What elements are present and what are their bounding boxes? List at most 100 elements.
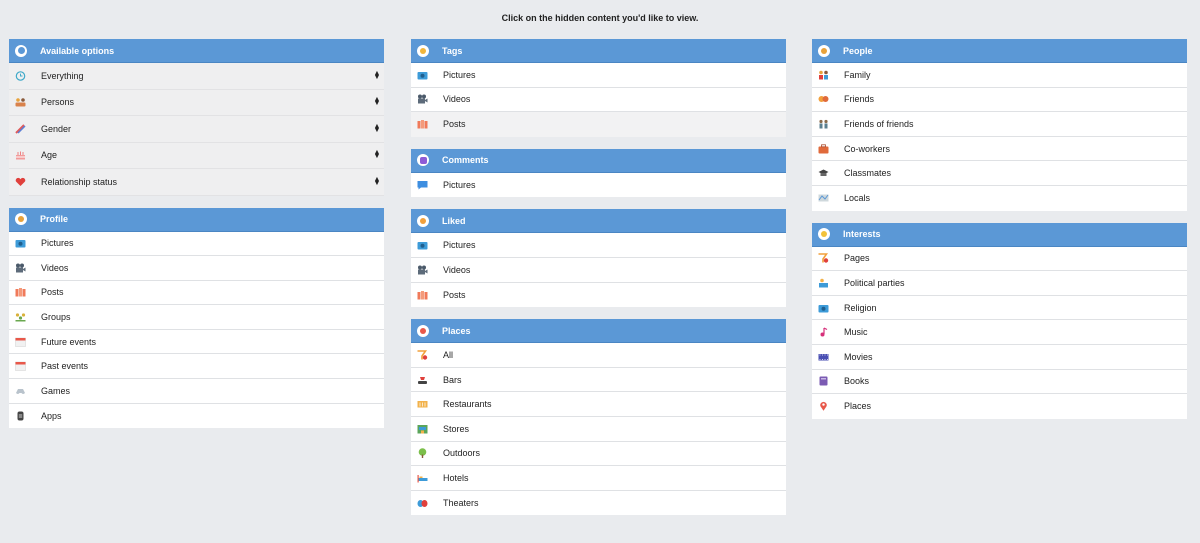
liked-title: Liked [442,215,466,226]
religion-icon [818,303,829,313]
video-camera-icon [15,263,26,273]
item-label: Music [844,327,868,338]
item-label: Posts [443,119,466,130]
places-item-bars[interactable]: Bars [411,367,786,393]
item-label: All [443,349,454,360]
tags-title: Tags [442,45,463,56]
film-icon [818,352,829,362]
item-label: Bars [443,374,462,385]
item-label: Posts [41,287,64,298]
option-age-select[interactable]: Age ▲ ▼ [9,142,384,169]
item-label: Pictures [443,180,476,191]
profile-item-apps[interactable]: Apps [9,403,384,429]
option-label: Age [41,150,58,161]
people-item-locals[interactable]: Locals [812,185,1187,211]
people-item-friends-of-friends[interactable]: Friends of friends [812,112,1187,137]
item-label: Pictures [443,69,476,80]
camera-icon [417,70,428,80]
profile-header: Profile [9,207,384,232]
tags-header: Tags [411,39,786,63]
calendar-icon [15,337,26,347]
item-label: Posts [443,289,466,300]
profile-item-videos[interactable]: Videos [9,256,384,281]
tags-item-pictures[interactable]: Pictures [411,63,786,88]
interests-item-movies[interactable]: Movies [812,344,1187,370]
store-icon [417,424,428,434]
comments-item-pictures[interactable]: Pictures [411,172,786,198]
item-label: Past events [41,361,89,372]
interests-item-pages[interactable]: Pages [812,246,1187,272]
page-instruction: Click on the hidden content you'd like t… [501,13,699,23]
clock-icon [15,70,26,81]
profile-item-groups[interactable]: Groups [9,305,384,330]
people-item-classmates[interactable]: Classmates [812,161,1187,186]
sort-arrows-icon: ▲ ▼ [373,149,381,161]
user-icon [15,213,27,225]
options-circle-icon [15,44,27,57]
people-item-friends[interactable]: Friends [812,87,1187,113]
places-title: Places [442,325,471,336]
sort-arrows-icon: ▲ ▼ [373,175,381,187]
item-label: Apps [41,410,62,421]
comments-panel: Comments Pictures [411,148,786,198]
tag-icon [417,44,429,57]
option-persons-select[interactable]: Persons ▲ ▼ [9,89,384,116]
sort-arrows-icon: ▲ ▼ [373,122,381,134]
profile-item-future-events[interactable]: Future events [9,329,384,355]
interests-item-religion[interactable]: Religion [812,295,1187,321]
places-item-hotels[interactable]: Hotels [411,466,786,491]
places-item-all[interactable]: All [411,343,786,368]
apps-icon [15,411,26,421]
liked-item-pictures[interactable]: Pictures [411,233,786,258]
option-everything-select[interactable]: Everything ▲ ▼ [9,63,384,90]
interests-item-music[interactable]: Music [812,320,1187,345]
item-label: Locals [844,193,871,204]
hotel-icon [417,473,428,483]
briefcase-icon [818,143,829,154]
places-item-restaurants[interactable]: Restaurants [411,392,786,417]
restaurant-icon [417,399,428,409]
comments-title: Comments [442,155,489,166]
places-item-outdoors[interactable]: Outdoors [411,441,786,467]
liked-item-videos[interactable]: Videos [411,257,786,283]
places-item-theaters[interactable]: Theaters [411,490,786,516]
interests-item-political-parties[interactable]: Political parties [812,271,1187,296]
like-icon [417,214,429,227]
tags-item-posts[interactable]: Posts [411,112,786,137]
profile-item-games[interactable]: Games [9,379,384,404]
liked-panel: Liked Pictures Videos Posts [411,209,786,308]
interests-item-places[interactable]: Places [812,394,1187,419]
tree-icon [417,448,428,459]
camera-icon [15,238,26,248]
liked-item-posts[interactable]: Posts [411,282,786,308]
profile-item-posts[interactable]: Posts [9,280,384,306]
places-panel: Places All Bars Restaurants Stores Outdo… [411,319,786,516]
column-left: Available options Everything ▲ ▼ Persons … [9,39,384,440]
interests-item-books[interactable]: Books [812,369,1187,395]
places-item-stores[interactable]: Stores [411,416,786,442]
people-panel: People Family Friends Friends of friends… [812,39,1187,211]
item-label: Games [41,385,71,396]
all-places-icon [417,350,428,360]
option-gender-select[interactable]: Gender ▲ ▼ [9,116,384,143]
book-icon [818,376,829,386]
comments-header: Comments [411,148,786,173]
profile-item-past-events[interactable]: Past events [9,354,384,380]
people-icon [818,44,830,57]
item-label: Pages [844,253,870,264]
comment-icon [417,154,429,167]
cake-icon [15,150,26,160]
column-middle: Tags Pictures Videos Posts Comments Pict… [411,39,786,527]
item-label: Groups [41,312,71,323]
profile-item-pictures[interactable]: Pictures [9,231,384,257]
item-label: Restaurants [443,399,492,410]
option-label: Relationship status [41,176,118,187]
option-relationship-select[interactable]: Relationship status ▲ ▼ [9,169,384,196]
people-item-co-workers[interactable]: Co-workers [812,136,1187,162]
people-title: People [843,45,873,56]
tags-item-videos[interactable]: Videos [411,87,786,113]
people-item-family[interactable]: Family [812,63,1187,88]
places-header: Places [411,319,786,344]
graduation-cap-icon [818,168,829,178]
posts-icon [417,290,428,300]
